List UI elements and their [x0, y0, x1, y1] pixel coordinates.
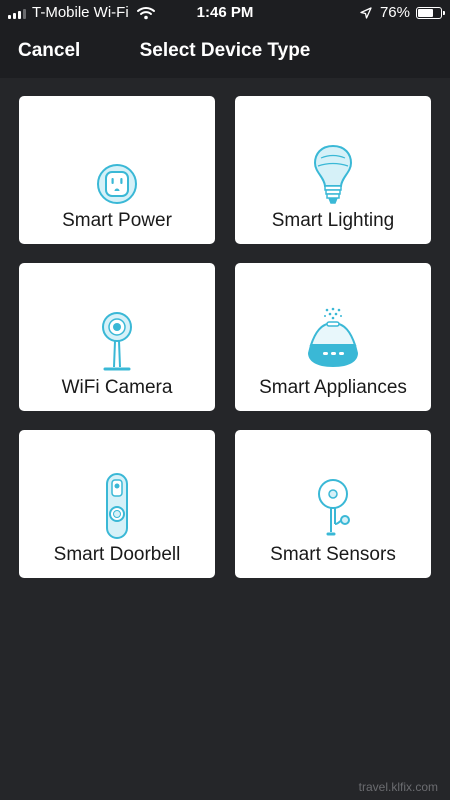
battery-icon	[416, 6, 445, 19]
card-icon-wrap	[19, 470, 215, 540]
device-card-smart-doorbell[interactable]: Smart Doorbell	[19, 430, 215, 578]
device-card-smart-sensors[interactable]: Smart Sensors	[235, 430, 431, 578]
outlet-icon	[97, 164, 137, 204]
watermark: travel.klfix.com	[358, 780, 438, 794]
device-card-smart-appliances[interactable]: Smart Appliances	[235, 263, 431, 411]
device-card-smart-lighting[interactable]: Smart Lighting	[235, 96, 431, 244]
status-bar: T-Mobile Wi-Fi 1:46 PM 76%	[0, 0, 450, 26]
card-icon-wrap	[235, 136, 431, 206]
page-title: Select Device Type	[139, 40, 311, 61]
sensor-icon	[318, 479, 350, 536]
doorbell-icon	[106, 473, 128, 539]
device-card-label: Smart Power	[62, 210, 172, 231]
card-icon-wrap	[235, 470, 431, 540]
device-card-label: Smart Lighting	[271, 210, 395, 231]
device-card-label: WiFi Camera	[61, 377, 173, 398]
device-card-label: Smart Sensors	[270, 544, 396, 565]
card-icon-wrap	[19, 303, 215, 373]
battery-cap	[443, 10, 445, 15]
device-card-smart-power[interactable]: Smart Power	[19, 96, 215, 244]
status-right: 76%	[360, 4, 445, 21]
battery-percent: 76%	[379, 4, 410, 21]
card-icon-wrap	[19, 136, 215, 206]
device-card-label: Smart Appliances	[259, 377, 407, 398]
diffuser-icon	[308, 307, 358, 367]
location-arrow-icon	[360, 6, 372, 19]
card-icon-wrap	[235, 303, 431, 373]
device-card-label: Smart Doorbell	[53, 544, 181, 565]
camera-icon	[102, 312, 132, 371]
device-type-grid: Smart Power Smart Lighting WiFi Camera S…	[19, 96, 431, 578]
battery-level-fill	[418, 8, 434, 17]
light-bulb-icon	[313, 144, 353, 204]
device-card-wifi-camera[interactable]: WiFi Camera	[19, 263, 215, 411]
nav-bar: Cancel Select Device Type	[0, 26, 450, 78]
